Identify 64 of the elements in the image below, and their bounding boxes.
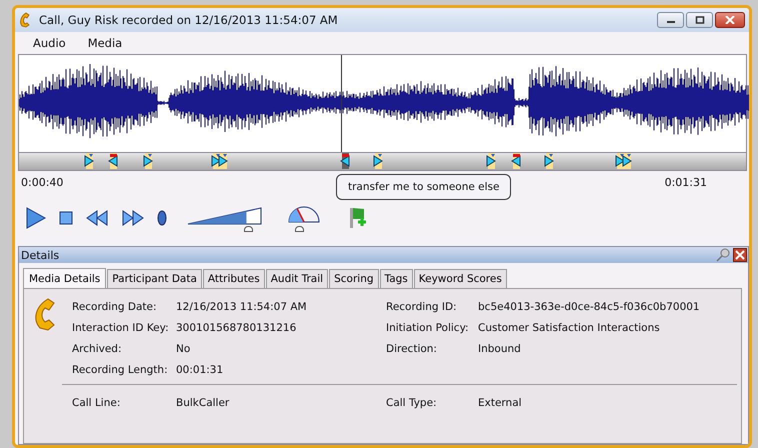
start-time: 0:00:40 — [21, 176, 64, 191]
field-label: Direction: — [386, 343, 438, 355]
marker-icon — [372, 153, 384, 169]
speed-dial[interactable] — [287, 204, 321, 232]
field-value: bc5e4013-363e-d0ce-84c5-f036c0b70001 — [478, 301, 701, 313]
marker-icon — [210, 153, 222, 169]
marker-icon — [510, 153, 522, 169]
field-value: 300101568780131216 — [176, 322, 298, 334]
marker-tooltip: transfer me to someone else — [336, 174, 512, 200]
tab[interactable]: Tags — [380, 269, 413, 288]
dial-thumb[interactable] — [294, 226, 304, 232]
close-button[interactable] — [715, 12, 745, 28]
play-button[interactable] — [25, 207, 47, 229]
field-value: 00:01:31 — [176, 364, 224, 376]
fast-forward-button[interactable] — [121, 207, 145, 229]
menu-item[interactable]: Audio — [33, 36, 66, 50]
marker-strip[interactable] — [18, 152, 747, 171]
close-panel-button[interactable] — [733, 248, 747, 262]
marker-icon — [485, 153, 497, 169]
tab[interactable]: Audit Trail — [266, 269, 328, 288]
field-value: Customer Satisfaction Interactions — [478, 322, 661, 334]
field-label: Recording Date: — [72, 301, 158, 313]
end-time: 0:01:31 — [664, 176, 707, 191]
marker-icon — [339, 153, 351, 169]
field-value: No — [176, 343, 192, 355]
marker-icon — [217, 153, 229, 169]
minimize-button[interactable] — [657, 12, 684, 28]
fast-forward-icon — [121, 207, 145, 229]
marker-icon — [621, 153, 633, 169]
panel-title: Details — [21, 248, 60, 262]
tab[interactable]: Keyword Scores — [414, 269, 507, 288]
tab[interactable]: Attributes — [202, 269, 265, 288]
field-label: Interaction ID Key: — [72, 322, 170, 334]
field-label: Recording Length: — [72, 364, 169, 376]
rewind-button[interactable] — [85, 207, 109, 229]
play-icon — [25, 207, 47, 229]
field-label: Call Line: — [72, 397, 122, 409]
tab[interactable]: Participant Data — [107, 269, 202, 288]
field-label: Call Type: — [386, 397, 438, 409]
marker-icon — [83, 153, 95, 169]
tab[interactable]: Media Details — [23, 268, 106, 289]
field-value: 12/16/2013 11:54:07 AM — [176, 301, 308, 313]
close-icon — [725, 16, 735, 24]
add-flag-button[interactable] — [349, 207, 367, 229]
marker-icon — [614, 153, 626, 169]
field-value: External — [478, 397, 523, 409]
tab[interactable]: Scoring — [329, 269, 379, 288]
marker-icon — [543, 153, 555, 169]
window-title: Call, Guy Risk recorded on 12/16/2013 11:54:07 AM — [39, 13, 339, 27]
maximize-icon — [694, 16, 704, 24]
field-value: Inbound — [478, 343, 522, 355]
slider-thumb[interactable] — [244, 226, 253, 232]
marker-icon — [142, 153, 154, 169]
field-label: Recording ID: — [386, 301, 458, 313]
menu-item[interactable]: Media — [88, 36, 122, 50]
field-value: BulkCaller — [176, 397, 230, 409]
add-flag-icon — [349, 207, 367, 229]
marker-icon — [107, 153, 119, 169]
rewind-icon — [85, 207, 109, 229]
field-label: Archived: — [72, 343, 122, 355]
field-label: Initiation Policy: — [386, 322, 470, 334]
maximize-button[interactable] — [686, 12, 713, 28]
close-icon — [735, 250, 745, 260]
playhead-line[interactable] — [341, 55, 342, 152]
